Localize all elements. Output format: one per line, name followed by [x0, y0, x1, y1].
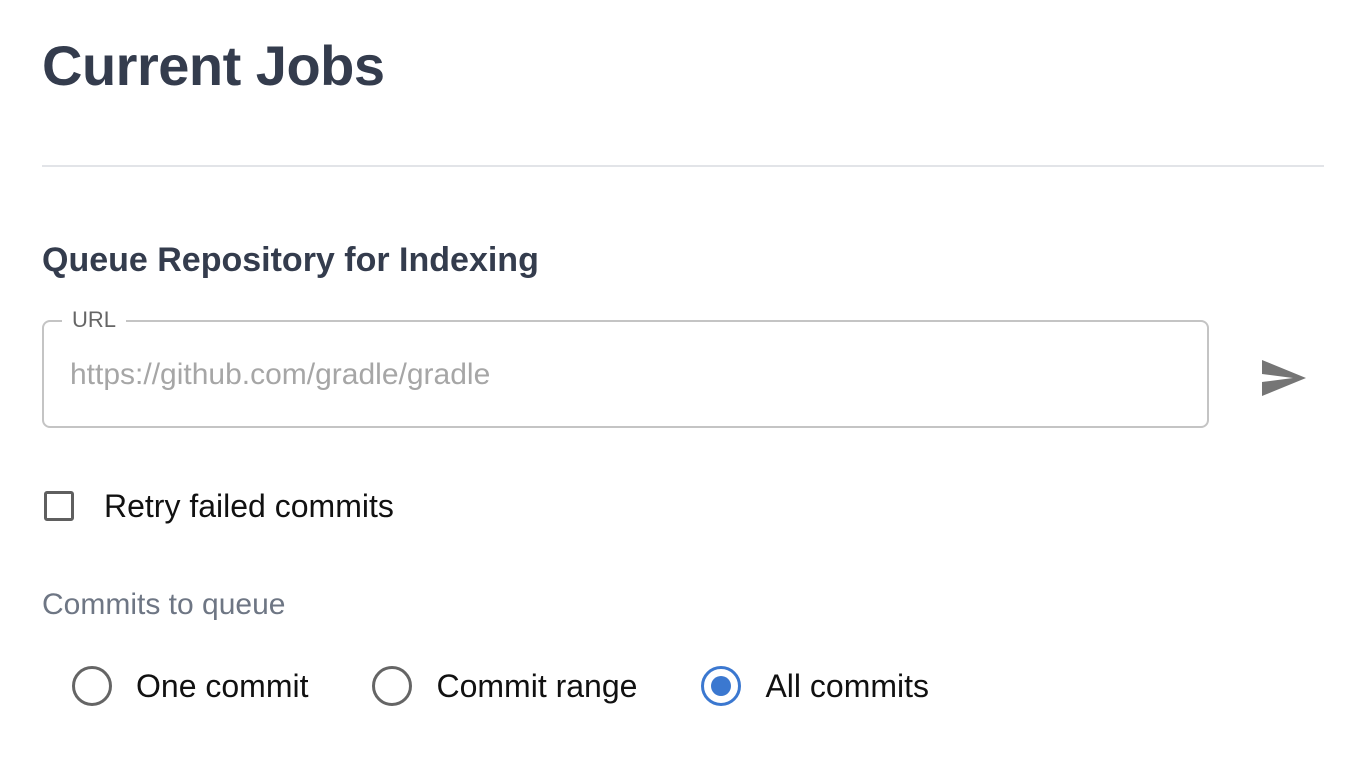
url-input[interactable] — [70, 352, 1170, 398]
radio-circle[interactable] — [72, 666, 112, 706]
checkbox-label: Retry failed commits — [104, 488, 394, 524]
radio-all-commits[interactable]: All commits — [701, 666, 929, 706]
radio-label: All commits — [765, 668, 929, 704]
url-field: URL — [42, 307, 1209, 428]
section-title: Queue Repository for Indexing — [42, 241, 539, 279]
commits-radio-group: One commit Commit range All commits — [72, 664, 929, 708]
page-title: Current Jobs — [42, 34, 385, 97]
radio-circle-selected[interactable] — [701, 666, 742, 706]
commits-to-queue-label: Commits to queue — [42, 588, 286, 621]
send-icon — [1262, 360, 1306, 396]
radio-commit-range[interactable]: Commit range — [372, 666, 637, 706]
url-field-label: URL — [62, 307, 127, 333]
checkbox-box[interactable] — [44, 491, 74, 521]
radio-label: Commit range — [436, 668, 638, 704]
radio-label: One commit — [136, 668, 309, 704]
radio-dot — [711, 676, 732, 696]
page: Current Jobs Queue Repository for Indexi… — [0, 0, 1368, 766]
radio-circle[interactable] — [372, 666, 413, 706]
send-button[interactable] — [1256, 350, 1312, 406]
divider — [42, 165, 1324, 167]
radio-one-commit[interactable]: One commit — [72, 666, 308, 706]
retry-failed-commits-checkbox[interactable]: Retry failed commits — [42, 486, 394, 526]
